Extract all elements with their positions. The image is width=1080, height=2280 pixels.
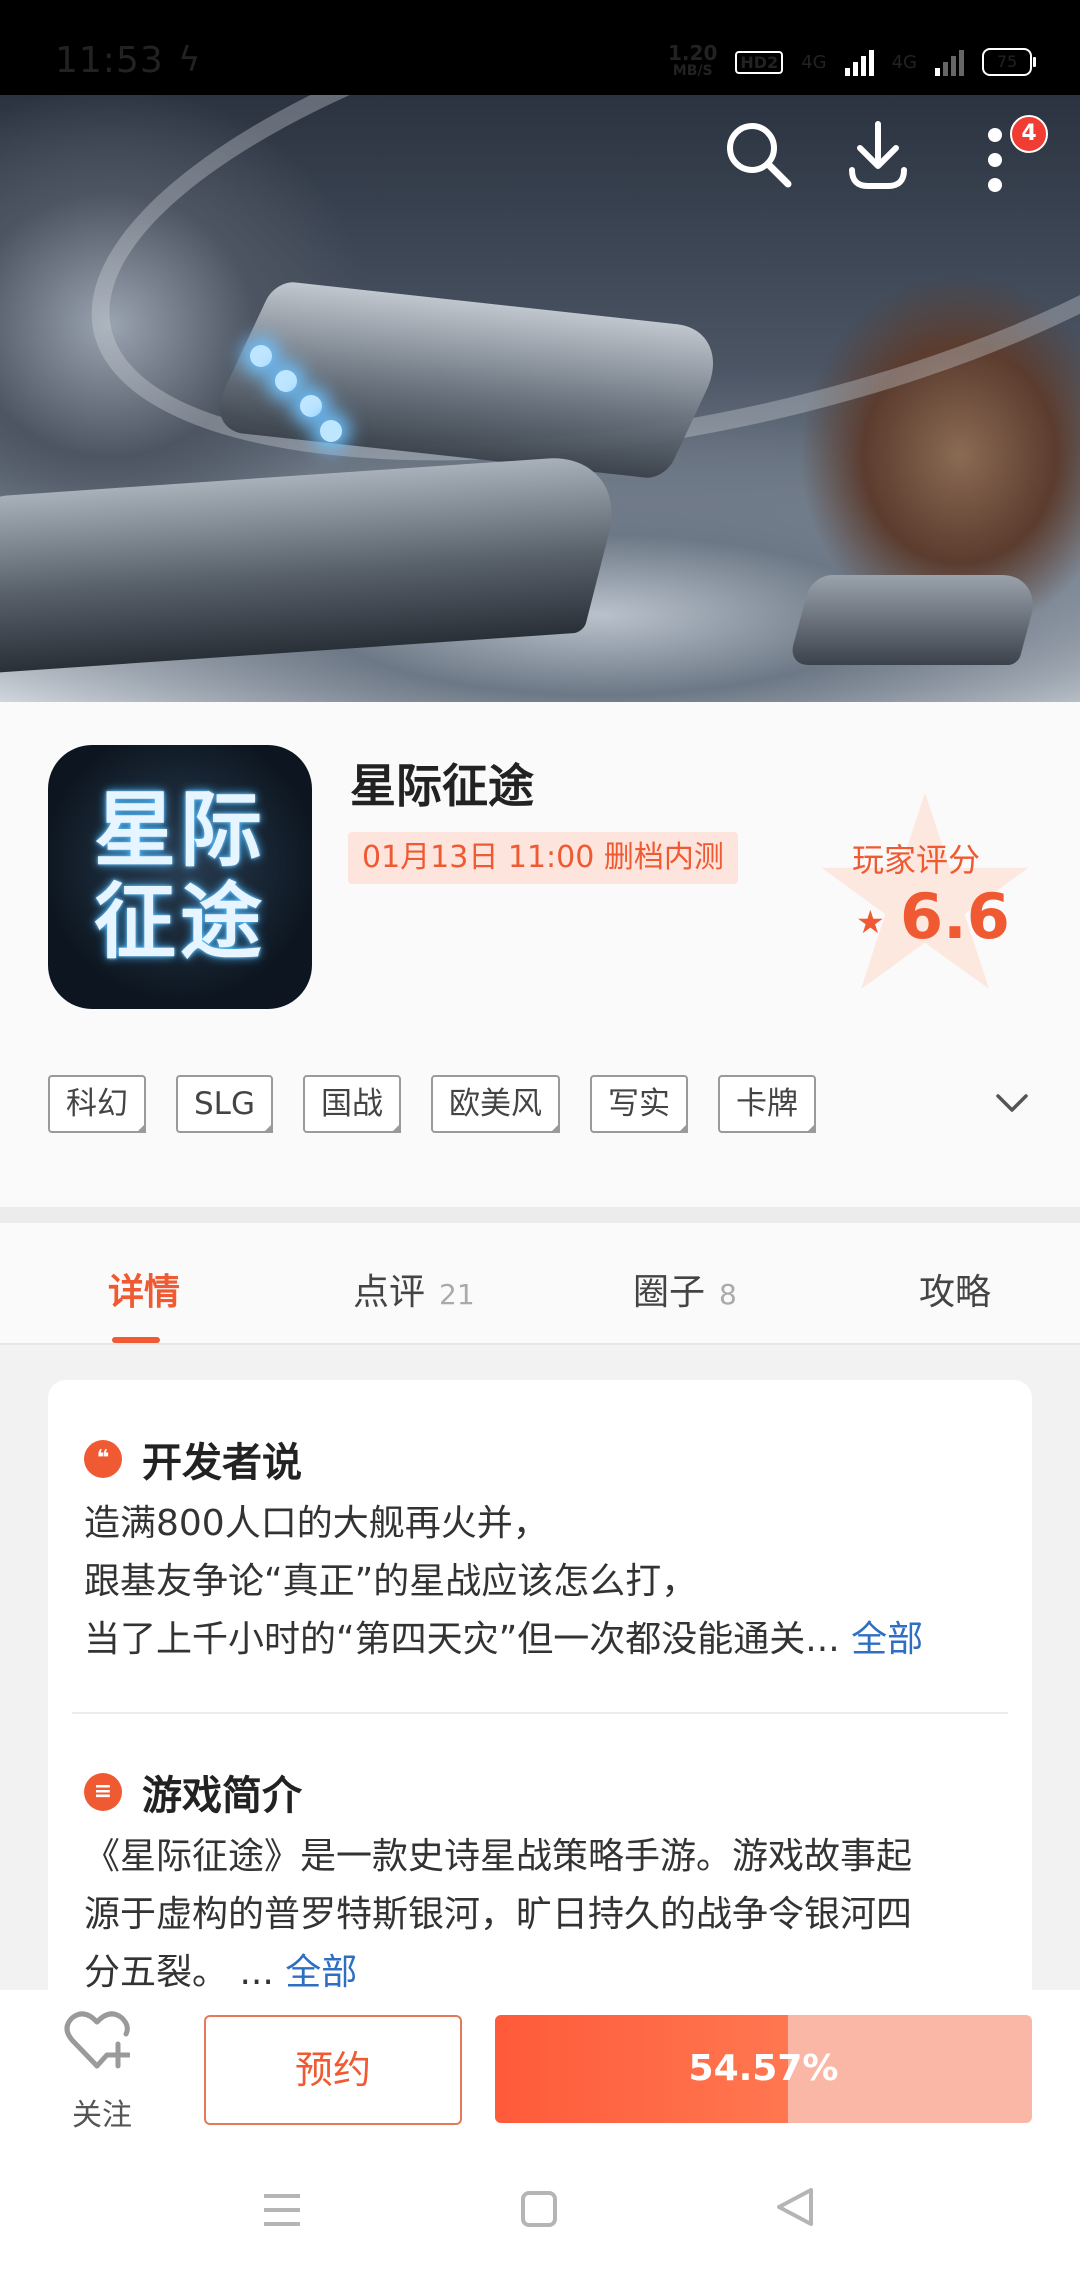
document-icon: ≡ (84, 1773, 122, 1811)
active-tab-indicator (112, 1337, 160, 1343)
tag-item[interactable]: SLG (176, 1075, 273, 1133)
network-type-1: 4G (801, 51, 827, 73)
follow-label[interactable]: 关注 (72, 2090, 132, 2134)
quote-icon: ❝ (84, 1440, 122, 1478)
game-title: 星际征途 (350, 759, 534, 813)
game-icon: 星际 征途 (48, 745, 312, 1009)
rating-value: 6.6 (900, 880, 1010, 953)
reservation-progress-button[interactable]: 54.57% (495, 2015, 1032, 2123)
tab-count: 8 (719, 1278, 737, 1311)
tab-circle[interactable]: 圈子 8 (633, 1263, 737, 1315)
home-icon[interactable] (520, 2185, 558, 2239)
menu-icon[interactable] (262, 2185, 302, 2239)
notification-badge: 4 (1010, 115, 1048, 153)
developer-more-link[interactable]: 全部 (851, 1619, 923, 1660)
network-type-2: 4G (891, 51, 917, 73)
intro-section-title: 游戏简介 (142, 1773, 302, 1819)
intro-more-link[interactable]: 全部 (285, 1952, 357, 1993)
reserve-button[interactable]: 预约 (204, 2015, 462, 2125)
battery-icon: 75 (982, 48, 1036, 76)
rating-label: 玩家评分 (852, 841, 981, 879)
heart-icon[interactable] (64, 2010, 132, 2081)
tab-reviews[interactable]: 点评 21 (353, 1263, 475, 1315)
tab-bar: 详情 点评 21 圈子 8 攻略 (0, 1223, 1080, 1345)
back-icon[interactable] (775, 2185, 815, 2239)
hd-icon: HD2 (735, 50, 784, 74)
network-speed: 1.20 MB/S (668, 41, 718, 79)
spaceship-illustration (0, 452, 630, 678)
charging-icon: ϟ (178, 40, 201, 80)
more-menu-icon[interactable] (985, 125, 1005, 211)
progress-text: 54.57% (688, 2048, 839, 2089)
engine-glow (300, 395, 322, 417)
search-icon[interactable] (722, 118, 794, 206)
developer-section-title: 开发者说 (142, 1440, 302, 1486)
developer-text: 造满800人口的大舰再火并， 跟基友争论“真正”的星战应该怎么打， 当了上千小时… (84, 1503, 924, 1660)
engine-glow (250, 345, 272, 367)
engine-glow (320, 420, 342, 442)
tag-item[interactable]: 欧美风 (430, 1075, 560, 1133)
tab-count: 21 (439, 1278, 475, 1311)
status-time: 11:53 (55, 40, 164, 81)
tab-guides[interactable]: 攻略 (919, 1263, 991, 1315)
engine-glow (275, 370, 297, 392)
game-icon-logo: 星际 征途 (93, 783, 266, 970)
chevron-down-icon[interactable] (995, 1083, 1029, 1123)
section-divider (0, 1207, 1080, 1223)
tag-item[interactable]: 写实 (589, 1075, 688, 1133)
signal-icon (844, 48, 874, 76)
signal-icon-2 (935, 48, 964, 76)
tag-item[interactable]: 卡牌 (717, 1075, 816, 1133)
tab-details[interactable]: 详情 (108, 1263, 180, 1315)
tag-item[interactable]: 国战 (302, 1075, 401, 1133)
game-banner-image (0, 95, 1080, 702)
status-indicators: 1.20 MB/S HD2 4G 4G 75 (668, 41, 1036, 80)
release-info-tag: 01月13日 11:00 删档内测 (348, 832, 738, 884)
download-icon[interactable] (848, 120, 908, 208)
intro-text: 《星际征途》是一款史诗星战策略手游。游戏故事起 源于虚构的普罗特斯银河，旷日持久… (84, 1836, 913, 1993)
spaceship-illustration (787, 575, 1043, 665)
star-icon: ★ (856, 903, 885, 941)
tag-list: 科幻 SLG 国战 欧美风 写实 卡牌 (48, 1075, 816, 1133)
card-divider (72, 1712, 1008, 1714)
tag-item[interactable]: 科幻 (48, 1075, 146, 1133)
